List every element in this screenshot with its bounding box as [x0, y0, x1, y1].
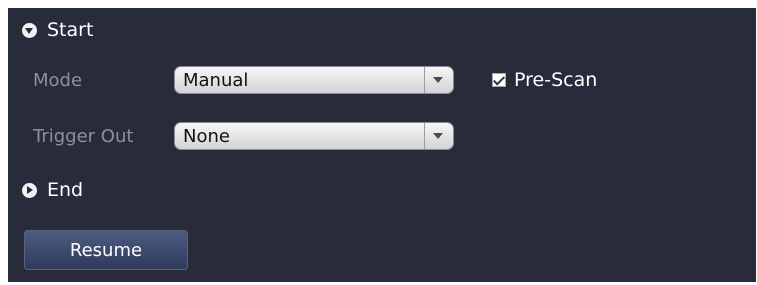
expand-circle-icon[interactable]: [22, 182, 37, 198]
chevron-down-icon[interactable]: [424, 67, 453, 93]
mode-dropdown[interactable]: Manual: [174, 66, 454, 94]
start-section-title: Start: [47, 19, 94, 41]
trigger-out-dropdown-value: None: [183, 125, 230, 147]
trigger-out-label: Trigger Out: [33, 125, 134, 147]
end-section-header[interactable]: End: [22, 177, 83, 203]
prescan-checkbox[interactable]: [492, 73, 506, 87]
mode-label: Mode: [33, 69, 83, 91]
acquisition-panel: Start Mode Manual Pre-Scan Trigger Out N…: [8, 8, 756, 282]
start-section-header[interactable]: Start: [22, 17, 93, 43]
resume-button[interactable]: Resume: [24, 230, 188, 270]
mode-dropdown-value: Manual: [183, 69, 249, 91]
chevron-down-icon[interactable]: [424, 123, 453, 149]
prescan-option[interactable]: Pre-Scan: [492, 67, 597, 93]
collapse-circle-icon[interactable]: [22, 22, 37, 38]
trigger-out-dropdown[interactable]: None: [174, 122, 454, 150]
end-section-title: End: [47, 179, 84, 201]
prescan-label: Pre-Scan: [514, 69, 598, 91]
